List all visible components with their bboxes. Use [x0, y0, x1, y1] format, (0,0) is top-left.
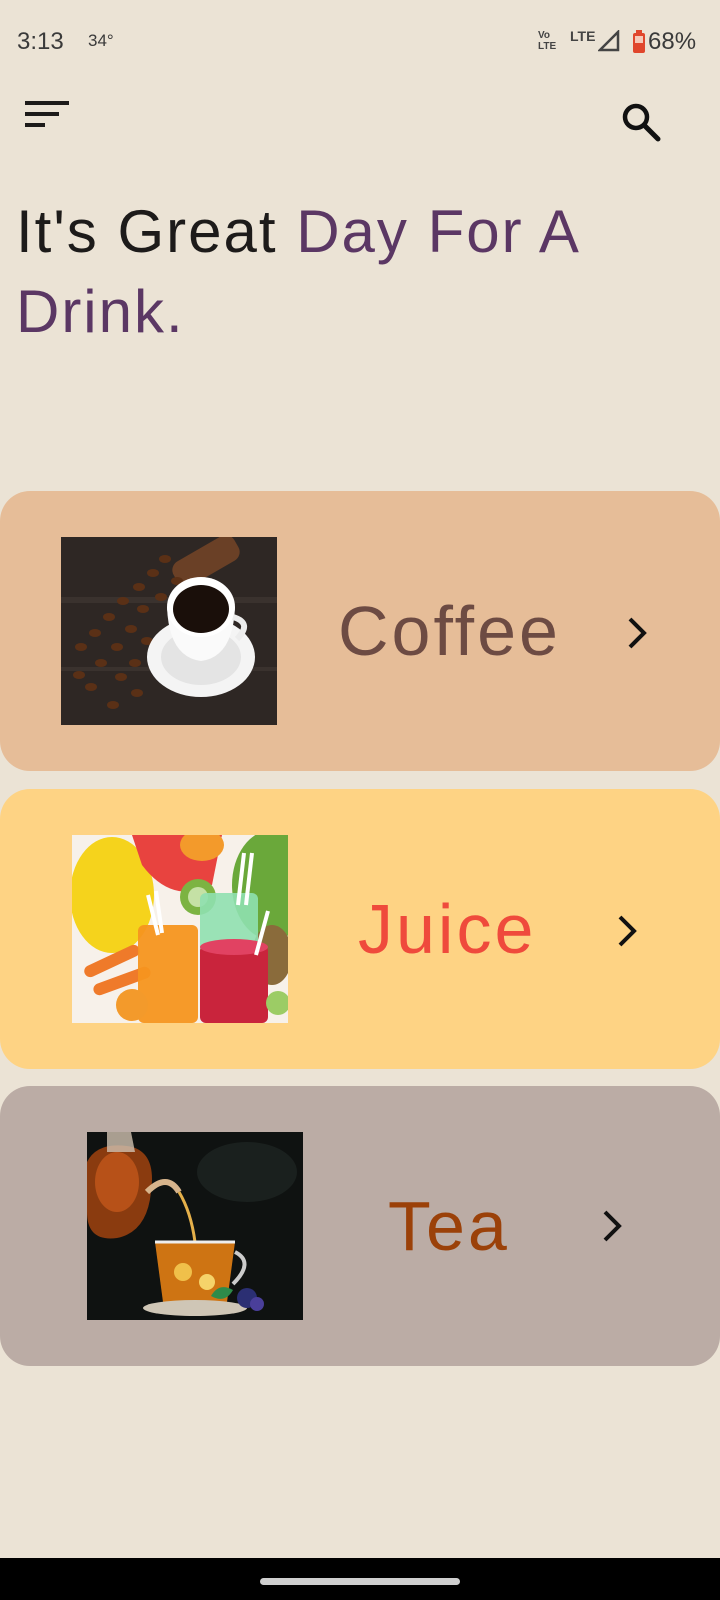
menu-button[interactable] [22, 98, 74, 138]
volte-icon: Vo LTE [538, 30, 557, 52]
category-label-coffee: Coffee [338, 592, 561, 670]
battery-icon [633, 30, 645, 53]
battery-percent: 68% [648, 28, 697, 55]
status-temperature: 34° [88, 31, 114, 50]
home-gesture-handle[interactable] [260, 1578, 460, 1585]
status-time: 3:13 [17, 28, 64, 55]
network-type: LTE [570, 28, 596, 44]
juice-image [72, 835, 288, 1023]
chevron-right-icon [628, 617, 647, 649]
signal-icon [598, 30, 620, 52]
category-card-coffee[interactable]: Coffee [0, 491, 720, 771]
chevron-right-icon [618, 915, 637, 947]
category-card-tea[interactable]: Tea [0, 1086, 720, 1366]
system-navigation-bar [0, 1558, 720, 1600]
search-icon [622, 103, 661, 142]
page-title: It's Great Day For A Drink. [16, 192, 696, 352]
search-button[interactable] [618, 100, 668, 150]
coffee-image [61, 537, 277, 725]
status-bar: 3:13 34° Vo LTE LTE 68% [0, 0, 720, 84]
category-label-juice: Juice [358, 890, 537, 968]
title-part-plain: It's Great [16, 198, 297, 265]
tea-image [87, 1132, 303, 1320]
chevron-right-icon [603, 1210, 622, 1242]
category-label-tea: Tea [388, 1187, 510, 1265]
sort-menu-icon [25, 101, 69, 127]
category-card-juice[interactable]: Juice [0, 789, 720, 1069]
